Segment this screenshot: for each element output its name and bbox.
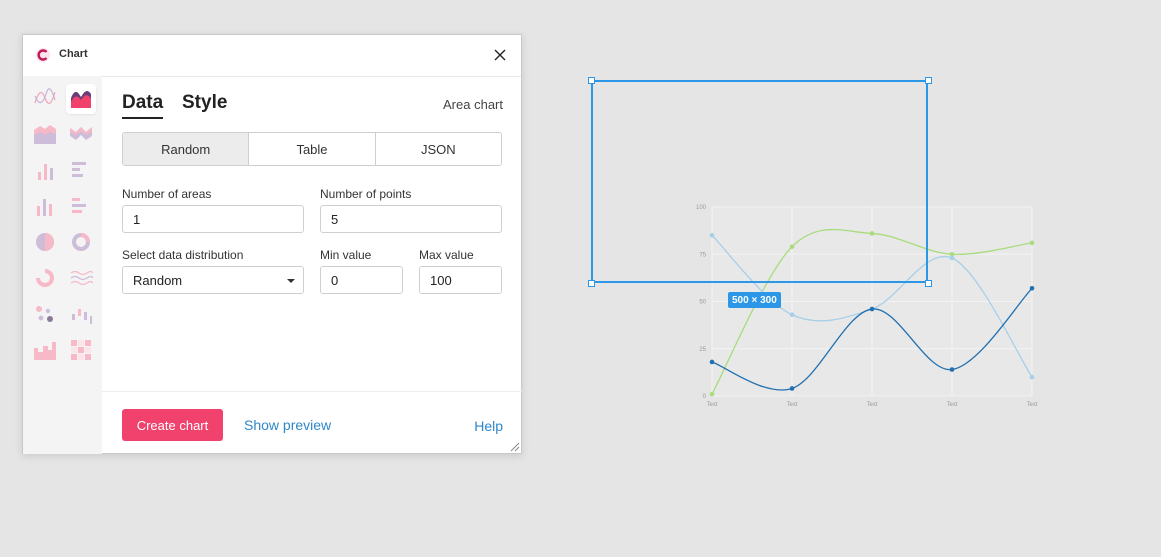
grouped-bar-icon[interactable] (33, 194, 57, 218)
area-chart-icon (71, 90, 91, 108)
stream-area-icon[interactable] (69, 122, 93, 146)
chart-point (789, 386, 795, 391)
tab-data[interactable]: Data (122, 92, 164, 119)
line-chart-icon[interactable] (33, 86, 57, 110)
resize-handle-bottom-right[interactable] (925, 280, 932, 287)
resize-handle-bottom-left[interactable] (588, 280, 595, 287)
chart-point (789, 312, 795, 318)
ring-chart-icon[interactable] (33, 266, 57, 290)
areas-label: Number of areas (122, 187, 212, 201)
chart-point (709, 359, 715, 365)
chart-point (1029, 374, 1035, 380)
chart-x-tick-label: Text (1026, 402, 1037, 408)
chart-x-tick-label: Text (706, 402, 717, 408)
wave-line-icon[interactable] (69, 266, 93, 290)
grouped-horizontal-bar-icon[interactable] (69, 194, 93, 218)
donut-chart-icon[interactable] (69, 230, 93, 254)
chart-point (1029, 240, 1035, 246)
close-icon[interactable] (491, 46, 509, 64)
scatter-icon[interactable] (33, 302, 57, 326)
area-chart-tab[interactable] (66, 84, 96, 114)
chart-type-sidebar (23, 76, 102, 454)
heatmap-icon[interactable] (69, 338, 93, 362)
chart-plugin-panel: Chart Data Style Area chart Random Table… (22, 34, 522, 454)
chart-y-tick-label: 0 (703, 394, 707, 400)
show-preview-link[interactable]: Show preview (244, 417, 331, 433)
areas-input[interactable]: 1 (122, 205, 304, 233)
pie-chart-icon[interactable] (33, 230, 57, 254)
chart-type-label: Area chart (443, 97, 503, 112)
distribution-value: Random (133, 272, 183, 288)
source-json-option[interactable]: JSON (376, 133, 501, 165)
distribution-label: Select data distribution (122, 248, 244, 262)
create-chart-button[interactable]: Create chart (122, 409, 223, 441)
min-label: Min value (320, 248, 372, 262)
min-input[interactable]: 0 (320, 266, 403, 294)
selection-frame[interactable] (591, 80, 928, 283)
chart-point (949, 367, 955, 372)
chart-y-tick-label: 25 (699, 347, 706, 353)
source-table-option[interactable]: Table (249, 133, 376, 165)
panel-footer: Create chart Show preview Help (102, 391, 522, 454)
bar-chart-icon[interactable] (33, 158, 57, 182)
resize-handle-icon[interactable] (508, 440, 520, 452)
max-input[interactable]: 100 (419, 266, 502, 294)
caret-down-icon (287, 279, 295, 283)
chart-x-tick-label: Text (786, 402, 797, 408)
resize-handle-top-right[interactable] (925, 77, 932, 84)
chart-x-tick-label: Text (946, 402, 957, 408)
step-chart-icon[interactable] (33, 338, 57, 362)
settings-content: Data Style Area chart Random Table JSON … (102, 76, 522, 454)
panel-titlebar: Chart (23, 35, 521, 77)
stacked-area-icon[interactable] (33, 122, 57, 146)
resize-handle-top-left[interactable] (588, 77, 595, 84)
chart-y-tick-label: 50 (699, 300, 706, 306)
chart-x-tick-label: Text (866, 402, 877, 408)
points-label: Number of points (320, 187, 412, 201)
horizontal-bar-icon[interactable] (69, 158, 93, 182)
max-label: Max value (419, 248, 474, 262)
chart-point (709, 391, 715, 397)
chart-point (949, 255, 955, 261)
window-title: Chart (59, 48, 88, 60)
size-badge: 500 × 300 (728, 292, 781, 308)
source-random-option[interactable]: Random (123, 133, 250, 165)
tab-style[interactable]: Style (182, 92, 227, 114)
waterfall-icon[interactable] (69, 302, 93, 326)
chart-point (1029, 285, 1035, 291)
distribution-select[interactable]: Random (122, 266, 304, 294)
chart-logo-icon (36, 48, 50, 62)
points-input[interactable]: 5 (320, 205, 502, 233)
chart-point (869, 306, 875, 312)
help-link[interactable]: Help (474, 418, 503, 434)
data-source-segmented: Random Table JSON (122, 132, 502, 166)
